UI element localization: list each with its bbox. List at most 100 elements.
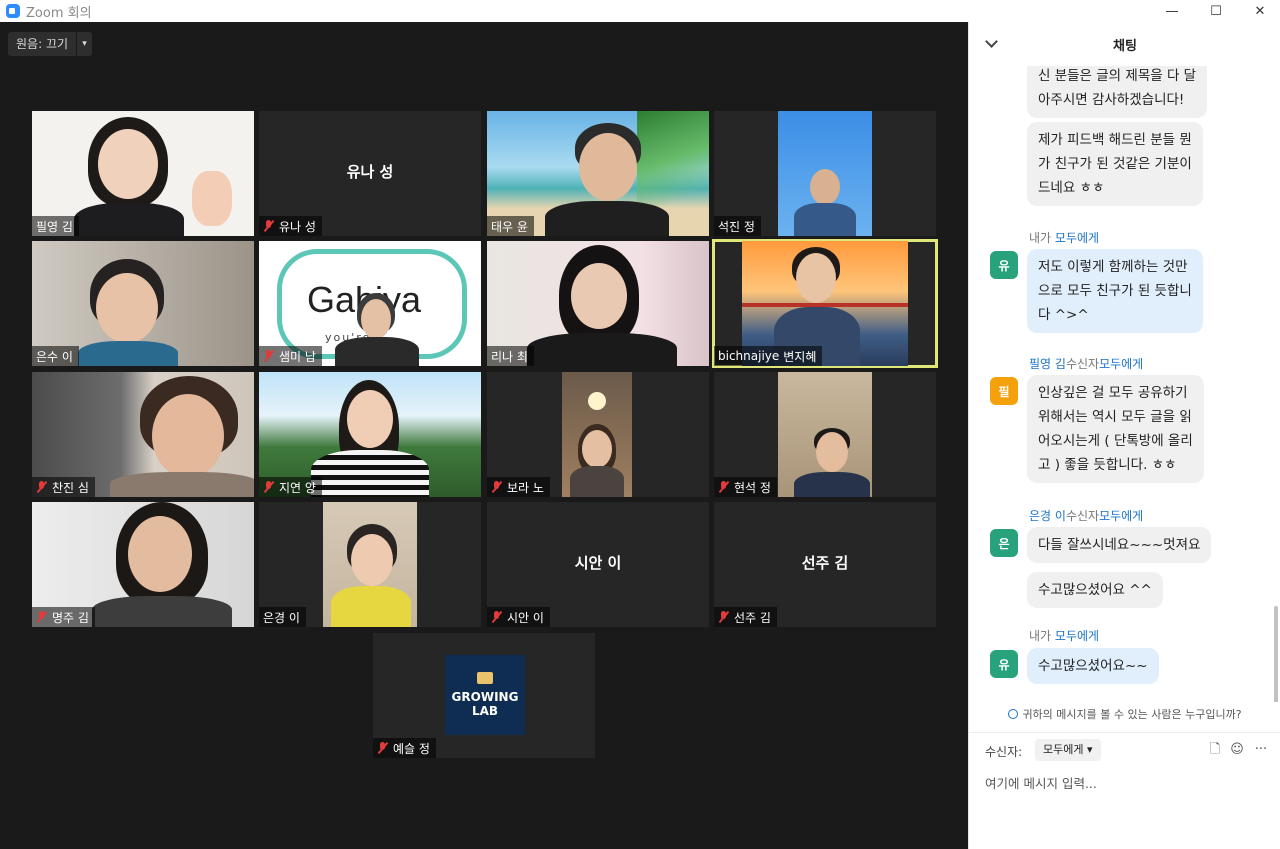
chat-sender-line: 내가 모두에게 [1029,231,1100,245]
recipient-label: 수신자: [985,745,1023,759]
video-tile[interactable]: Gabiya you're 샘미 남 [259,241,481,366]
person-icon [1008,709,1019,719]
chat-bubble: 제가 피드백 해드린 분들 뭔 가 친구가 된 것같은 기분이 드네요 ㅎㅎ [1027,122,1203,206]
chat-panel: 채팅 신 분들은 글의 제목을 다 달 아주시면 감사하겠습니다! 제가 피드백… [968,22,1280,849]
file-icon[interactable]: 🗋 [1207,742,1223,758]
chat-message-list[interactable]: 신 분들은 글의 제목을 다 달 아주시면 감사하겠습니다! 제가 피드백 해드… [969,66,1280,702]
video-gallery: 원음: 끄기 ▾ 필영 김 유나 성 유나 성 태우 윤 석진 정 은수 이 y… [0,22,968,849]
participant-name: 보라 노 [507,480,544,495]
chat-header: 채팅 [969,22,1280,66]
participant-name: 찬진 심 [52,480,89,495]
chat-sender-line: 은경 이수신자모두에게 [1029,509,1144,523]
original-sound-label[interactable]: 원음: 끄기 [8,32,76,56]
mic-muted-icon [491,611,503,623]
title-bar: Zoom 회의 — ☐ ✕ [0,0,1280,22]
book-icon [477,672,493,684]
video-tile[interactable]: 선주 김 선주 김 [714,502,936,627]
participant-name: 필영 김 [36,219,73,234]
chat-scrollbar[interactable] [1274,606,1278,702]
message-input[interactable] [985,773,1265,833]
participant-name: 은경 이 [263,610,300,625]
participant-center-name: 유나 성 [346,163,394,181]
video-tile[interactable]: 리나 최 [487,241,709,366]
participant-name: 예슬 정 [393,741,430,756]
chat-title: 채팅 [1113,38,1137,54]
original-sound-toggle[interactable]: 원음: 끄기 ▾ [8,32,93,56]
minimize-button[interactable]: — [1150,0,1194,22]
participant-username: bichnajiye [718,349,780,363]
chat-bubble: 신 분들은 글의 제목을 다 달 아주시면 감사하겠습니다! [1027,66,1208,118]
participant-name-tag: 명주 김 [32,607,95,627]
participant-name-tag: 보라 노 [487,477,550,497]
video-tile[interactable]: 시안 이 시안 이 [487,502,709,627]
participant-name-tag: bichnajiye 변지혜 [714,346,823,366]
participant-name: 선주 김 [734,610,771,625]
recipient-dropdown[interactable]: 모두에게 ▾ [1035,739,1101,761]
participant-name: 변지혜 [783,349,817,364]
logo-line-1: GROWING [451,690,519,704]
chevron-down-icon[interactable] [985,35,998,48]
video-tile[interactable]: 은수 이 [32,241,254,366]
participant-name-tag: 예슬 정 [373,738,436,758]
participant-name-tag: 지연 양 [259,477,322,497]
chevron-down-icon[interactable]: ▾ [76,32,92,56]
video-tile[interactable]: GROWING LAB 예슬 정 [373,633,595,758]
participant-name: 태우 윤 [491,219,528,234]
ceiling-lamp [588,392,606,410]
growing-lab-logo: GROWING LAB [445,655,525,735]
participant-name-tag: 필영 김 [32,216,79,236]
video-tile-active-speaker[interactable]: bichnajiye 변지혜 [712,239,938,368]
logo-line-2: LAB [471,704,499,718]
video-tile[interactable]: 명주 김 [32,502,254,627]
participant-name: 지연 양 [279,480,316,495]
more-options-icon[interactable]: ··· [1253,742,1269,758]
mic-muted-icon [718,481,730,493]
waving-hand [192,171,232,226]
who-can-see-link[interactable]: 귀하의 메시지를 볼 수 있는 사람은 누구입니까? [969,706,1280,722]
participant-name-tag: 유나 성 [259,216,322,236]
avatar: 필 [990,377,1018,405]
chat-bubble: 수고많으셨어요 ^^ [1027,572,1163,608]
chat-bubble: 저도 이렇게 함께하는 것만 으로 모두 친구가 된 듯합니 다 ^>^ [1027,249,1203,333]
video-tile[interactable]: 태우 윤 [487,111,709,236]
participant-name: 석진 정 [718,219,755,234]
mic-muted-icon [718,611,730,623]
video-tile[interactable]: 필영 김 [32,111,254,236]
avatar: 유 [990,251,1018,279]
participant-name: 은수 이 [36,349,73,364]
mic-muted-icon [263,481,275,493]
participant-name: 현석 정 [734,480,771,495]
maximize-button[interactable]: ☐ [1194,0,1238,22]
close-button[interactable]: ✕ [1238,0,1280,22]
participant-name: 시안 이 [507,610,544,625]
participant-name-tag: 샘미 남 [259,346,322,366]
video-tile[interactable]: 보라 노 [487,372,709,497]
participant-name-tag: 석진 정 [714,216,761,236]
avatar: 유 [990,650,1018,678]
participant-name-tag: 리나 최 [487,346,534,366]
video-tile[interactable]: 은경 이 [259,502,481,627]
participant-name: 명주 김 [52,610,89,625]
mic-muted-icon [36,481,48,493]
participant-name-tag: 시안 이 [487,607,550,627]
participant-name: 리나 최 [491,349,528,364]
mic-muted-icon [491,481,503,493]
participant-center-name: 시안 이 [574,554,622,572]
chat-bubble: 다들 잘쓰시네요~~~멋져요 [1027,527,1212,563]
participant-center-name: 선주 김 [801,554,849,572]
mic-muted-icon [36,611,48,623]
video-tile[interactable]: 지연 양 [259,372,481,497]
chat-sender-line: 필영 김수신자모두에게 [1029,357,1144,371]
chat-sender-line: 내가 모두에게 [1029,629,1100,643]
participant-name: 샘미 남 [279,349,316,364]
mic-muted-icon [263,220,275,232]
chat-bubble: 인상깊은 걸 모두 공유하기 위해서는 역시 모두 글을 읽 어오시는게 ( 단… [1027,375,1204,483]
mic-muted-icon [263,350,275,362]
chat-bubble: 수고많으셨어요~~ [1027,648,1159,684]
emoji-icon[interactable]: ☺ [1229,742,1245,758]
video-tile[interactable]: 현석 정 [714,372,936,497]
window-title: Zoom 회의 [26,5,92,21]
video-tile[interactable]: 찬진 심 [32,372,254,497]
video-tile[interactable]: 유나 성 유나 성 [259,111,481,236]
video-tile[interactable]: 석진 정 [714,111,936,236]
